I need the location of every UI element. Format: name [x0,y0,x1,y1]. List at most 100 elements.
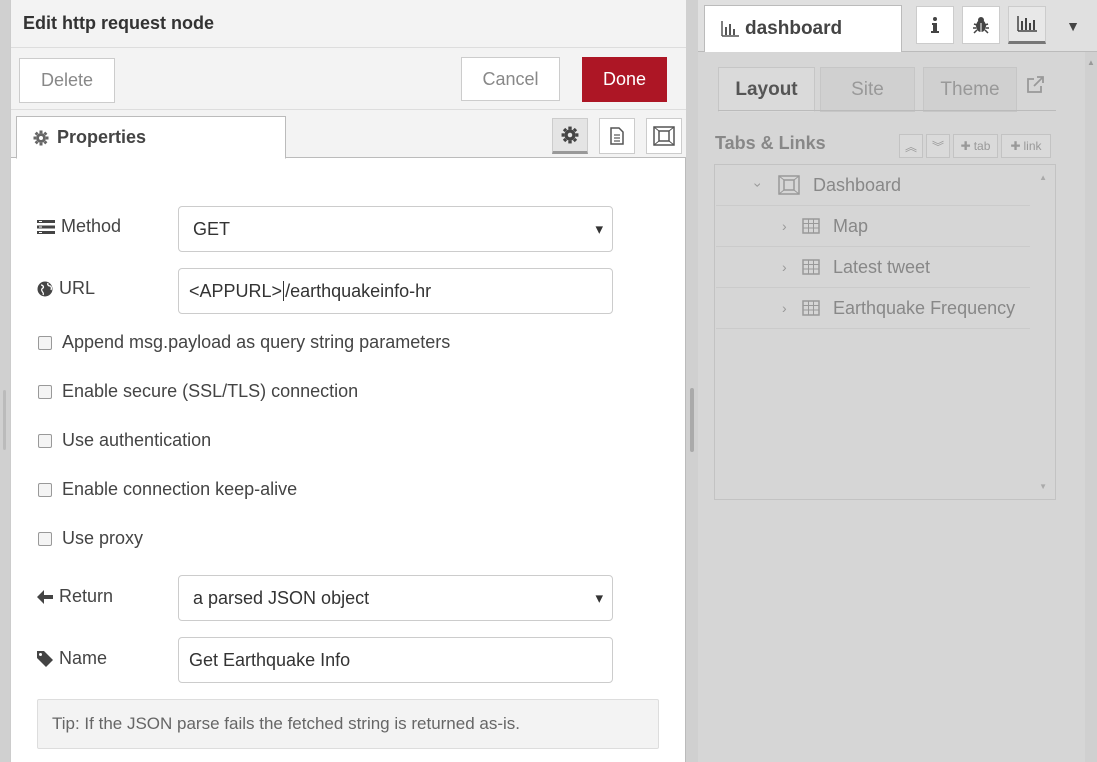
tree-item-map[interactable]: › Map [716,206,1030,247]
return-label-text: Return [59,586,114,606]
expand-all-button[interactable]: ︾ [926,134,950,158]
checkbox[interactable] [38,384,52,399]
node-appearance-icon [653,126,675,146]
url-input[interactable]: <APPURL>/earthquakeinfo-hr [178,268,613,314]
sidebar-tab-dashboard[interactable]: dashboard [704,5,902,52]
return-select[interactable]: a parsed JSON object [178,575,613,621]
external-link-icon[interactable] [1026,76,1044,94]
scroll-down-icon[interactable]: ▼ [1039,482,1047,491]
sidebar-splitter[interactable] [686,0,698,762]
table-icon [802,259,820,275]
checkbox[interactable] [38,531,52,546]
caret-down-icon: ▼ [1066,18,1080,34]
dashboard-panel: Layout Site Theme Tabs & Links ︽ ︾ ✚ tab … [698,52,1085,762]
method-select[interactable]: GET [178,206,613,252]
collapse-all-button[interactable]: ︽ [899,134,923,158]
use-auth-checkbox-row[interactable]: Use authentication [38,430,211,451]
section-title: Tabs & Links [715,133,826,153]
return-select-value: a parsed JSON object [193,587,370,608]
checkbox[interactable] [38,335,52,350]
plus-icon: ✚ [960,139,971,153]
left-grip[interactable] [3,390,6,450]
tab-layout[interactable]: Layout [718,67,815,112]
url-value-suffix: /earthquakeinfo-hr [285,280,432,301]
name-label: Name [37,648,107,669]
dashboard-tab-button[interactable] [1008,6,1046,44]
double-chevron-up-icon: ︽ [904,139,917,154]
splitter-grip[interactable] [690,388,694,452]
bar-chart-icon [721,21,739,37]
editor-tabbar: Properties [11,110,686,159]
tab-theme[interactable]: Theme [923,67,1017,112]
name-input-value: Get Earthquake Info [189,649,351,670]
url-label-text: URL [59,278,96,298]
layout-tree: ▲ › Dashboard › Map › Latest tweet › Ear… [714,164,1056,500]
bar-chart-icon [1017,16,1037,32]
scroll-up-icon[interactable]: ▲ [1039,173,1047,182]
use-proxy-checkbox-row[interactable]: Use proxy [38,528,143,549]
chevron-right-icon[interactable]: › [782,259,787,275]
table-icon [802,300,820,316]
sidebar-menu-button[interactable]: ▼ [1058,12,1088,40]
method-label-text: Method [61,216,122,236]
add-tab-button[interactable]: ✚ tab [953,134,998,158]
tab-properties-label: Properties [57,127,147,147]
gear-icon [561,126,579,144]
keep-alive-checkbox-row[interactable]: Enable connection keep-alive [38,479,297,500]
checkbox-label: Use authentication [62,430,212,450]
arrow-left-icon [37,589,53,604]
scroll-up-icon[interactable]: ▲ [1087,58,1095,67]
checkbox-label: Append msg.payload as query string param… [62,332,451,352]
text-cursor [283,281,285,301]
delete-button[interactable]: Delete [19,58,115,103]
tree-item-label: Earthquake Frequency [833,297,1016,318]
sidebar-scrollbar[interactable]: ▲ [1085,52,1097,762]
append-payload-checkbox-row[interactable]: Append msg.payload as query string param… [38,332,450,353]
info-icon [931,17,939,33]
enable-tls-checkbox-row[interactable]: Enable secure (SSL/TLS) connection [38,381,358,402]
tag-icon [37,650,53,667]
url-label: URL [37,278,95,299]
table-icon [802,218,820,234]
tree-item-label: Dashboard [813,174,902,195]
cancel-button[interactable]: Cancel [461,57,560,101]
tray-toolbar: Delete Cancel Done [11,48,686,110]
settings-tab-button[interactable] [552,118,588,154]
tab-underline [718,110,1056,111]
url-value-prefix: <APPURL> [189,280,283,301]
done-button[interactable]: Done [582,57,667,102]
name-input[interactable]: Get Earthquake Info [178,637,613,683]
tip-text: Tip: If the JSON parse fails the fetched… [52,714,521,733]
chevron-down-icon[interactable]: › [750,183,766,188]
double-chevron-down-icon: ︾ [931,139,944,154]
method-label: Method [37,216,121,237]
chevron-right-icon[interactable]: › [782,300,787,316]
tree-item-dashboard[interactable]: › Dashboard [716,165,1030,206]
checkbox[interactable] [38,433,52,448]
debug-tab-button[interactable] [962,6,1000,44]
tab-site[interactable]: Site [820,67,915,112]
sidebar-tab-label: dashboard [745,18,843,39]
chevron-right-icon[interactable]: › [782,218,787,234]
tray-header: Edit http request node [11,0,686,48]
tree-item-earthquake-frequency[interactable]: › Earthquake Frequency [716,288,1030,329]
tree-item-latest-tweet[interactable]: › Latest tweet [716,247,1030,288]
checkbox-label: Enable secure (SSL/TLS) connection [62,381,359,401]
add-tab-label: tab [973,139,991,153]
tab-properties[interactable]: Properties [16,116,286,159]
sidebar-header: dashboard ▼ [698,0,1097,52]
info-tab-button[interactable] [916,6,954,44]
add-link-button[interactable]: ✚ link [1001,134,1051,158]
tip-box: Tip: If the JSON parse fails the fetched… [37,699,659,749]
description-tab-button[interactable] [599,118,635,154]
name-label-text: Name [59,648,108,668]
gear-icon [33,130,49,145]
globe-icon [37,281,53,296]
tab-icon [778,175,800,195]
appearance-tab-button[interactable] [646,118,682,154]
tree-item-label: Map [833,215,869,236]
checkbox[interactable] [38,482,52,497]
plus-icon: ✚ [1010,139,1021,153]
list-icon [37,219,55,234]
return-label: Return [37,586,113,607]
